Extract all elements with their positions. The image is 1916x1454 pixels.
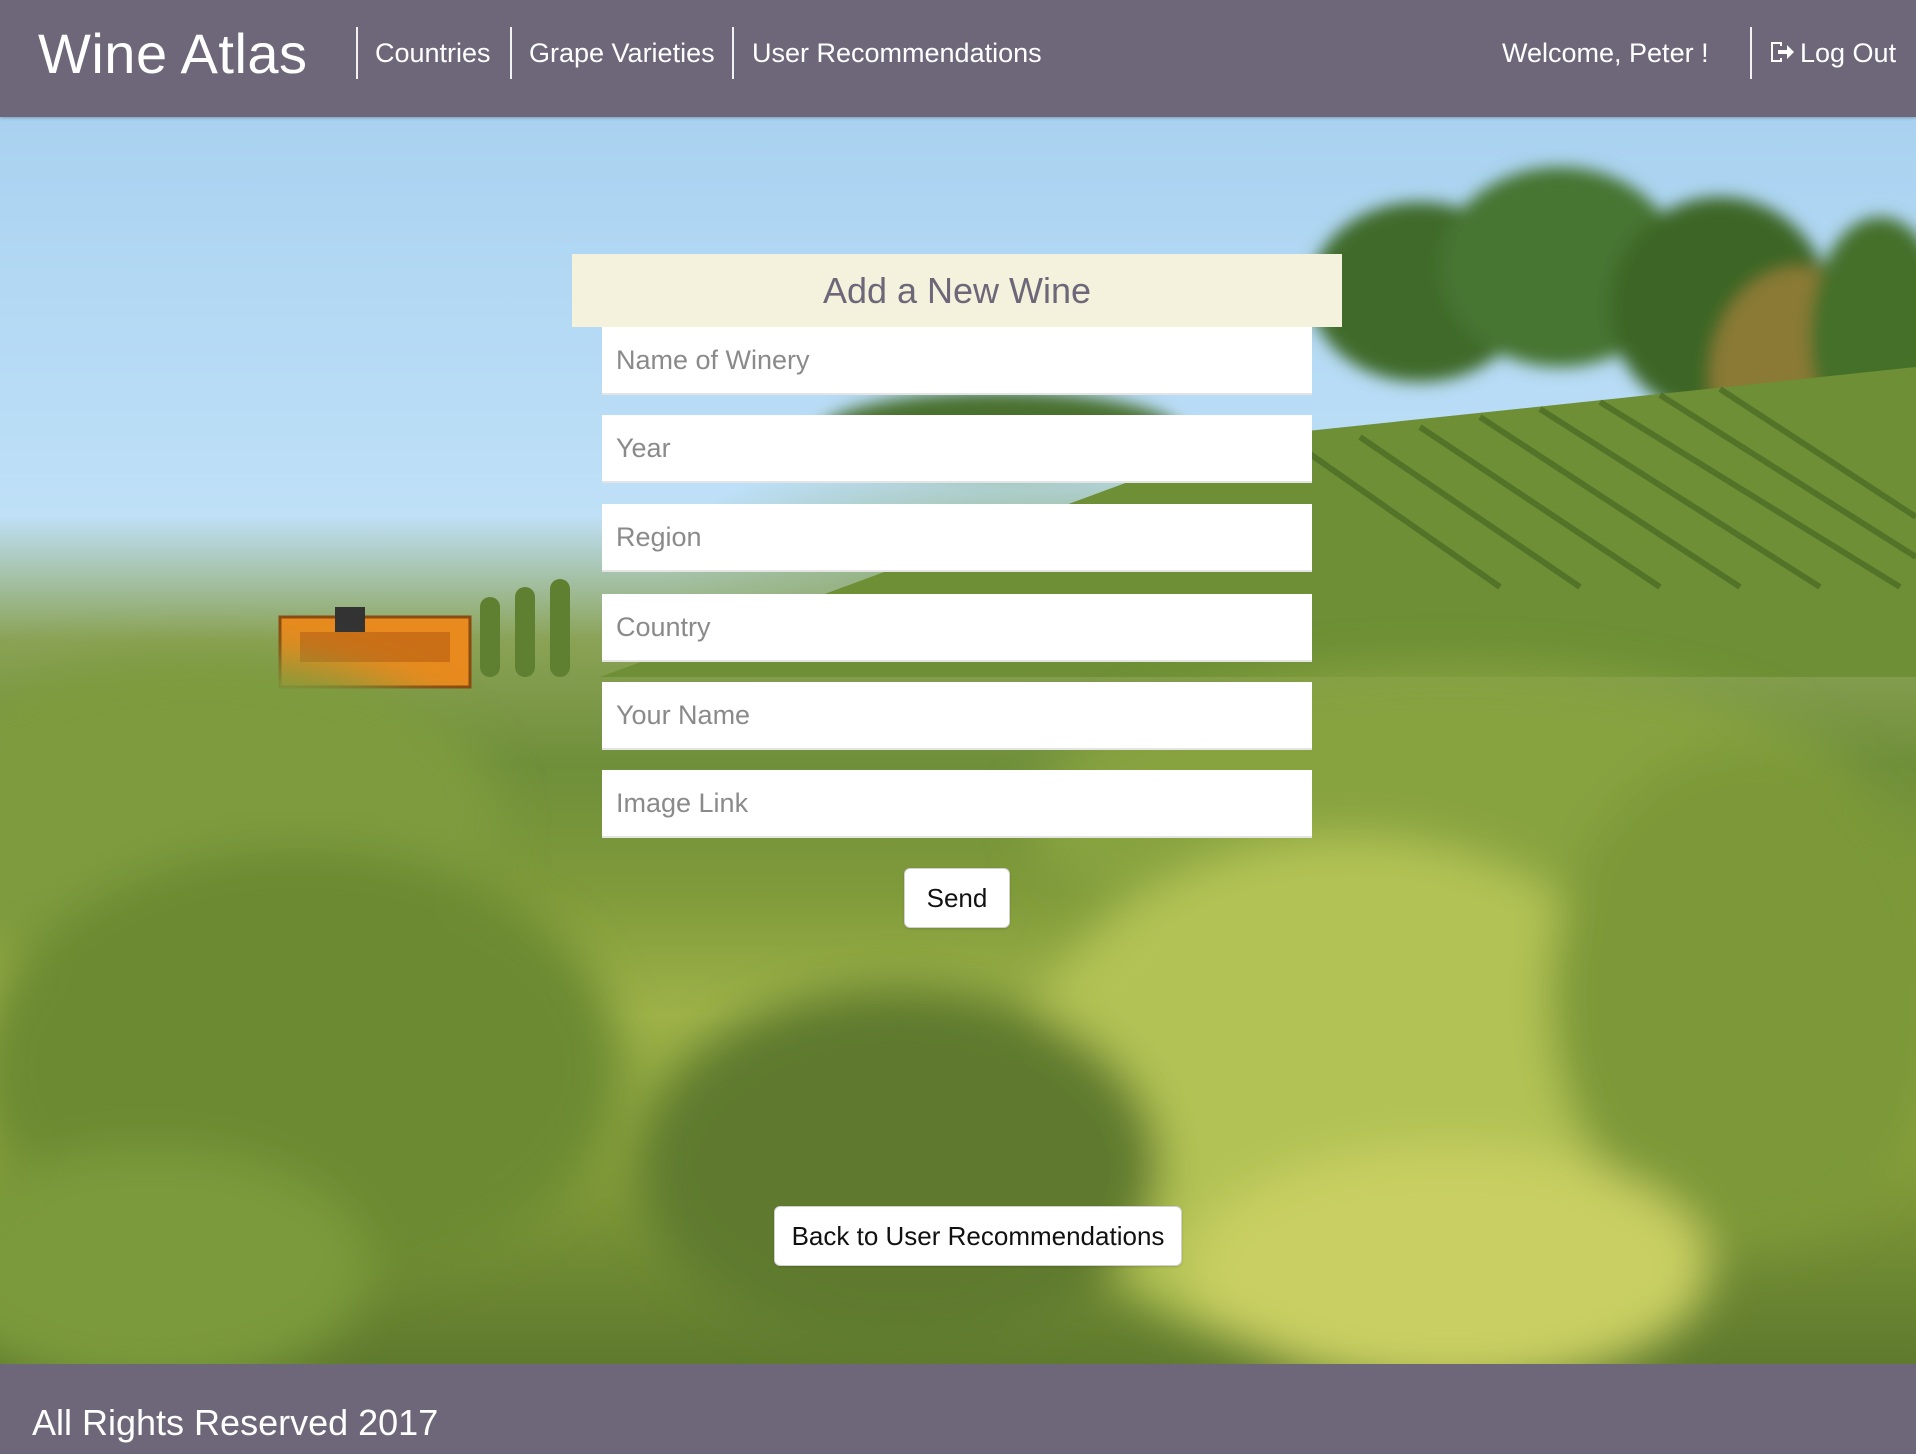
top-navbar: Wine Atlas Countries Grape Varieties Use… [0, 0, 1916, 117]
copyright-text: All Rights Reserved 2017 [32, 1402, 439, 1443]
logout-link[interactable]: Log Out [1768, 27, 1896, 79]
your-name-input[interactable] [602, 682, 1312, 750]
send-button[interactable]: Send [904, 868, 1010, 928]
country-input[interactable] [602, 594, 1312, 662]
logout-icon [1768, 38, 1800, 68]
nav-divider [732, 27, 734, 79]
nav-countries-link[interactable]: Countries [375, 27, 491, 79]
brand-logo-link[interactable]: Wine Atlas [38, 14, 308, 94]
footer: All Rights Reserved 2017 [0, 1364, 1916, 1454]
nav-divider [1750, 27, 1752, 79]
welcome-message: Welcome, Peter ! [1502, 38, 1709, 68]
region-input[interactable] [602, 504, 1312, 572]
winery-name-input[interactable] [602, 327, 1312, 395]
logout-label: Log Out [1800, 38, 1897, 68]
add-wine-form-title: Add a New Wine [572, 254, 1342, 327]
back-to-user-recommendations-button[interactable]: Back to User Recommendations [774, 1206, 1182, 1266]
year-input[interactable] [602, 415, 1312, 483]
nav-grape-varieties-link[interactable]: Grape Varieties [529, 27, 715, 79]
nav-divider [510, 27, 512, 79]
nav-user-recommendations-link[interactable]: User Recommendations [752, 27, 1042, 79]
image-link-input[interactable] [602, 770, 1312, 838]
nav-divider [356, 27, 358, 79]
